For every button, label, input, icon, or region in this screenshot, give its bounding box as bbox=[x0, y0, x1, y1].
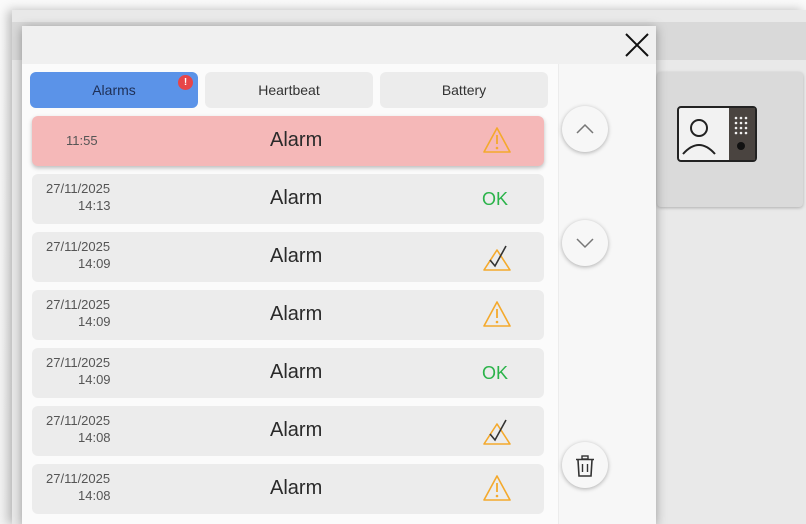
alarm-time: 14:13 bbox=[78, 198, 111, 213]
alarm-time: 14:09 bbox=[78, 372, 111, 387]
alarm-date: 27/11/2025 bbox=[46, 355, 111, 370]
alarm-label: Alarm bbox=[270, 477, 323, 499]
alarm-row[interactable]: 27/11/2025 14:09 Alarm bbox=[32, 290, 544, 340]
alarm-row[interactable]: 27/11/2025 14:13 Alarm OK bbox=[32, 174, 544, 224]
alarm-date: 27/11/2025 bbox=[46, 413, 111, 428]
alarm-row[interactable]: 27/11/2025 14:09 Alarm bbox=[32, 232, 544, 282]
alarm-date: 27/11/2025 bbox=[46, 181, 111, 196]
acknowledged-icon bbox=[483, 419, 511, 445]
delete-button[interactable] bbox=[562, 442, 608, 488]
warning-icon bbox=[483, 127, 511, 153]
alert-badge: ! bbox=[178, 75, 193, 90]
close-icon[interactable] bbox=[620, 28, 654, 62]
status-ok-text: OK bbox=[482, 189, 509, 209]
intercom-door-station-icon bbox=[677, 106, 757, 162]
alarm-label: Alarm bbox=[270, 129, 323, 151]
alarm-row[interactable]: 27/11/2025 14:08 Alarm bbox=[32, 464, 544, 514]
alarm-time: 14:09 bbox=[78, 314, 111, 329]
alarm-date: 27/11/2025 bbox=[46, 239, 111, 254]
alarm-row[interactable]: 11:55 Alarm bbox=[32, 116, 544, 166]
warning-icon bbox=[483, 475, 511, 501]
alarm-time: 11:55 bbox=[66, 133, 98, 148]
acknowledged-icon bbox=[483, 245, 511, 271]
alarm-row[interactable]: 27/11/2025 14:09 Alarm OK bbox=[32, 348, 544, 398]
tab-alarms-label: Alarms bbox=[92, 82, 136, 98]
tab-alarms[interactable]: Alarms ! bbox=[30, 72, 198, 108]
chevron-up-icon bbox=[576, 123, 594, 134]
scroll-up-button[interactable] bbox=[562, 106, 608, 152]
dialog-header bbox=[22, 26, 656, 64]
tab-heartbeat-label: Heartbeat bbox=[258, 82, 320, 98]
alarm-label: Alarm bbox=[270, 303, 323, 325]
alarm-row[interactable]: 27/11/2025 14:08 Alarm bbox=[32, 406, 544, 456]
alarm-time: 14:08 bbox=[78, 488, 111, 503]
tab-battery-label: Battery bbox=[441, 82, 487, 98]
tab-bar: Alarms ! Heartbeat Battery bbox=[30, 72, 548, 108]
trash-icon bbox=[576, 455, 594, 477]
alarm-label: Alarm bbox=[270, 419, 323, 441]
tab-heartbeat[interactable]: Heartbeat bbox=[205, 72, 373, 108]
alarm-time: 14:08 bbox=[78, 430, 111, 445]
alarm-time: 14:09 bbox=[78, 256, 111, 271]
alarm-label: Alarm bbox=[270, 245, 323, 267]
scroll-down-button[interactable] bbox=[562, 220, 608, 266]
alarm-label: Alarm bbox=[270, 187, 323, 209]
warning-icon bbox=[483, 301, 511, 327]
status-ok-text: OK bbox=[482, 363, 509, 383]
alarm-log-dialog: Alarms ! Heartbeat Battery 11:55 Alarm 2… bbox=[22, 26, 656, 524]
alarm-label: Alarm bbox=[270, 361, 323, 383]
alarm-date: 27/11/2025 bbox=[46, 297, 111, 312]
tab-battery[interactable]: Battery bbox=[380, 72, 548, 108]
chevron-down-icon bbox=[576, 238, 594, 249]
alarm-date: 27/11/2025 bbox=[46, 471, 111, 486]
